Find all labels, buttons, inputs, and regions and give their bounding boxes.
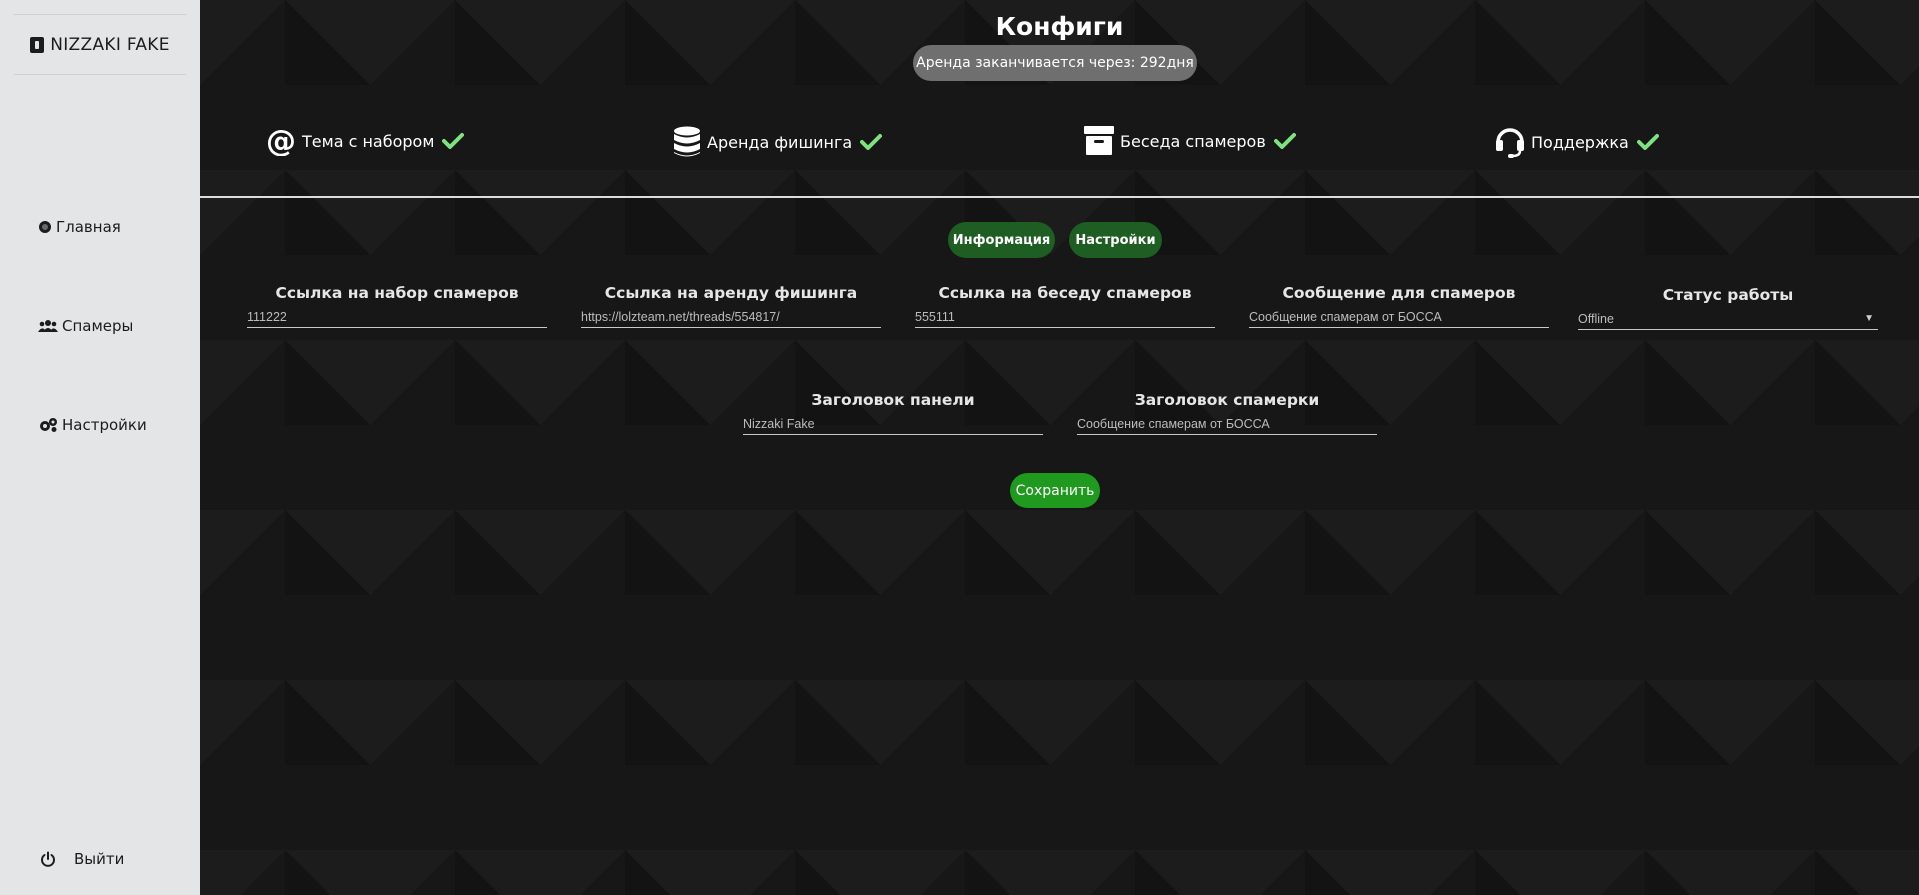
message-field: Сообщение для спамеров Сообщение спамера… <box>1249 282 1549 328</box>
headset-icon <box>1496 128 1524 158</box>
spam-title-field: Заголовок спамерки Сообщение спамерам от… <box>1077 389 1377 435</box>
status-recruit-topic: @ Тема с набором <box>266 126 465 156</box>
check-icon <box>860 134 883 150</box>
sidebar-item-settings[interactable]: Настройки <box>38 416 147 434</box>
input-value: 555111 <box>915 309 955 324</box>
panel-title-field: Заголовок панели Nizzaki Fake <box>743 389 1043 435</box>
status-label: Беседа спамеров <box>1120 131 1266 151</box>
brand[interactable]: NIZZAKI FAKE <box>14 14 186 75</box>
field-label: Заголовок спамерки <box>1134 391 1320 409</box>
status-label: Поддержка <box>1531 132 1629 152</box>
status-label: Аренда фишинга <box>707 132 853 152</box>
field-label: Ссылка на аренду фишинга <box>604 284 858 302</box>
recruit-link-input[interactable]: 111222 <box>247 304 547 328</box>
tab-information[interactable]: Информация <box>948 222 1055 258</box>
chevron-down-icon: ▼ <box>1864 313 1874 324</box>
archive-icon <box>1084 126 1114 155</box>
at-icon: @ <box>266 126 296 156</box>
sidebar-item-label: Настройки <box>62 416 147 434</box>
gears-icon <box>40 418 57 432</box>
power-icon <box>41 851 55 867</box>
status-label: Тема с набором <box>302 131 435 151</box>
svg-text:@: @ <box>266 126 296 156</box>
page-title: Конфиги <box>995 12 1124 41</box>
sidebar-item-home[interactable]: Главная <box>38 218 121 236</box>
sidebar-item-spammers[interactable]: Спамеры <box>38 317 133 335</box>
info-icon <box>30 36 45 53</box>
divider <box>200 196 1919 198</box>
lease-badge: Аренда заканчивается через: 292дня <box>913 45 1197 81</box>
logout-label: Выйти <box>74 850 125 868</box>
check-icon <box>442 133 465 149</box>
save-button[interactable]: Сохранить <box>1010 473 1100 508</box>
panel-title-input[interactable]: Nizzaki Fake <box>743 411 1043 435</box>
brand-name: NIZZAKI FAKE <box>50 34 170 55</box>
sidebar-item-label: Спамеры <box>62 317 134 335</box>
logout-button[interactable]: Выйти <box>40 850 124 868</box>
database-icon <box>674 126 700 157</box>
dot-icon <box>39 221 51 233</box>
input-value: 111222 <box>247 309 287 324</box>
field-label: Заголовок панели <box>811 391 975 409</box>
field-label: Статус работы <box>1662 286 1794 304</box>
main-panel: Конфиги Аренда заканчивается через: 292д… <box>200 0 1919 895</box>
tab-settings[interactable]: Настройки <box>1069 222 1162 258</box>
check-icon <box>1636 134 1659 150</box>
recruit-link-field: Ссылка на набор спамеров 111222 <box>247 282 547 328</box>
input-value: Nizzaki Fake <box>743 416 815 431</box>
field-label: Ссылка на набор спамеров <box>275 284 519 302</box>
users-icon <box>38 320 58 332</box>
sidebar: NIZZAKI FAKE Главная Спамеры Настройки В… <box>0 0 200 895</box>
message-input[interactable]: Сообщение спамерам от БОССА <box>1249 304 1549 328</box>
work-status-select[interactable]: Offline ▼ <box>1578 306 1878 330</box>
chat-link-input[interactable]: 555111 <box>915 304 1215 328</box>
input-value: Сообщение спамерам от БОССА <box>1249 309 1442 324</box>
status-support: Поддержка <box>1495 126 1659 158</box>
chat-link-field: Ссылка на беседу спамеров 555111 <box>915 282 1215 328</box>
spam-title-input[interactable]: Сообщение спамерам от БОССА <box>1077 411 1377 435</box>
sidebar-item-label: Главная <box>56 218 121 236</box>
phishing-link-field: Ссылка на аренду фишинга https://lolztea… <box>581 282 881 328</box>
check-icon <box>1273 133 1296 149</box>
phishing-link-input[interactable]: https://lolzteam.net/threads/554817/ <box>581 304 881 328</box>
status-phishing-rent: Аренда фишинга <box>673 126 883 158</box>
status-spammers-chat: Беседа спамеров <box>1084 126 1296 156</box>
input-value: https://lolzteam.net/threads/554817/ <box>581 309 780 324</box>
field-label: Ссылка на беседу спамеров <box>938 284 1192 302</box>
input-value: Сообщение спамерам от БОССА <box>1077 416 1270 431</box>
field-label: Сообщение для спамеров <box>1282 284 1516 302</box>
select-value: Offline <box>1578 311 1614 326</box>
work-status-field: Статус работы Offline ▼ <box>1578 284 1878 330</box>
